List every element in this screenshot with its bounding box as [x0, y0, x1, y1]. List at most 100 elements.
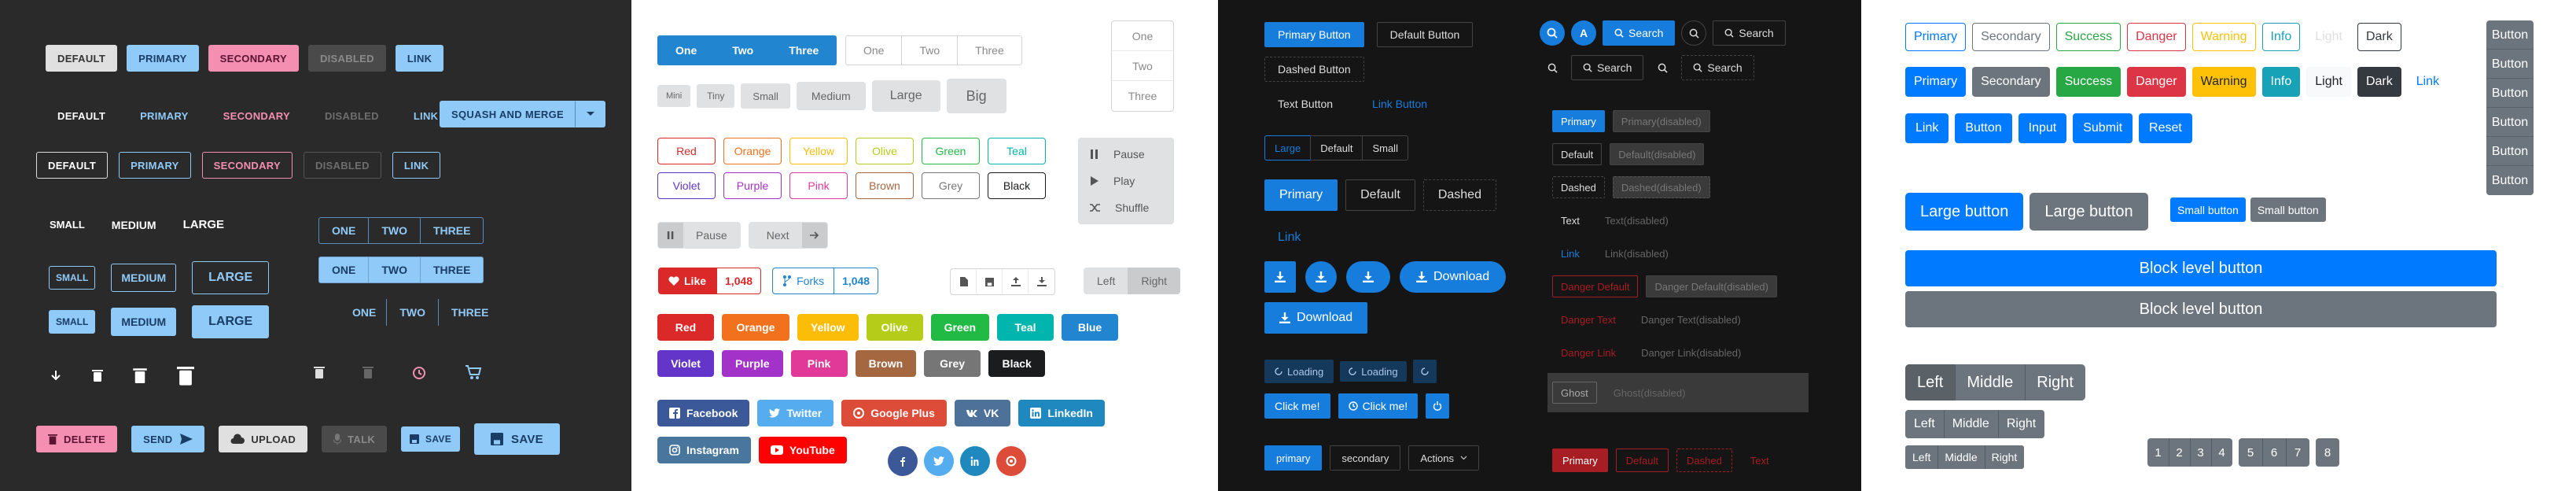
filled-secondary-button[interactable]: Secondary	[1972, 67, 2050, 97]
secondary-button[interactable]: secondary	[1330, 445, 1401, 471]
medium-outlined-button[interactable]: MEDIUM	[111, 264, 177, 292]
download-button[interactable]: Download	[1264, 302, 1368, 334]
avatar-letter-button[interactable]: A	[1571, 20, 1596, 46]
left-button[interactable]: Left	[1905, 410, 1944, 438]
download-icon[interactable]	[1029, 269, 1054, 294]
block-secondary-button[interactable]: Block level button	[1905, 291, 2497, 327]
violet-filled-button[interactable]: Violet	[657, 350, 714, 377]
right-button[interactable]: Right	[1128, 268, 1181, 294]
primary-button[interactable]: PRIMARY	[127, 45, 199, 72]
search-dashed-button[interactable]: Search	[1681, 55, 1754, 80]
search-icon[interactable]	[1540, 55, 1565, 80]
segment-two[interactable]: Two	[714, 35, 772, 65]
youtube-button[interactable]: YouTube	[758, 437, 847, 463]
page-button[interactable]: 5	[2239, 438, 2262, 467]
state-button[interactable]: Danger Link	[1552, 341, 1625, 364]
save-large-button[interactable]: SAVE	[474, 423, 560, 455]
size-default-option[interactable]: Default	[1310, 135, 1363, 161]
small-filled-button[interactable]: SMALL	[49, 310, 96, 334]
state-button[interactable]: Danger Default	[1552, 275, 1639, 297]
large-default-button[interactable]: Default	[1345, 179, 1415, 211]
facebook-icon[interactable]	[888, 446, 918, 476]
like-button[interactable]: Like 1,048	[657, 268, 762, 294]
grey-outline-button[interactable]: Grey	[922, 172, 980, 199]
big-button[interactable]: Big	[946, 79, 1006, 113]
alarm-icon[interactable]	[410, 364, 428, 381]
small-outlined-button[interactable]: SMALL	[49, 266, 96, 290]
segment-three[interactable]: Three	[771, 35, 837, 65]
orange-outline-button[interactable]: Orange	[723, 138, 782, 164]
vertical-button[interactable]: Button	[2486, 79, 2534, 108]
middle-button[interactable]: Middle	[1943, 410, 1998, 438]
state-button[interactable]: Primary	[1552, 110, 1605, 132]
download-icon[interactable]	[1264, 261, 1296, 293]
outline-warning-button[interactable]: Warning	[2191, 23, 2256, 51]
danger-text-button[interactable]: Text	[1740, 449, 1779, 472]
black-outline-button[interactable]: Black	[988, 172, 1046, 199]
outlined-link-button[interactable]: LINK	[392, 152, 441, 179]
size-small-option[interactable]: Small	[1362, 135, 1408, 161]
middle-button[interactable]: Middle	[1938, 445, 1984, 469]
submit-type-button[interactable]: Submit	[2073, 113, 2133, 143]
button-type-button[interactable]: Button	[1955, 113, 2012, 143]
pink-outline-button[interactable]: Pink	[789, 172, 848, 199]
trash-icon[interactable]	[176, 364, 195, 387]
google-plus-button[interactable]: Google Plus	[841, 400, 947, 426]
send-button[interactable]: SEND	[131, 426, 205, 452]
group-one-button[interactable]: ONE	[318, 257, 370, 283]
right-button[interactable]: Right	[1984, 445, 2025, 469]
state-button[interactable]: Ghost	[1552, 382, 1597, 404]
instagram-button[interactable]: Instagram	[657, 437, 751, 463]
segment-two[interactable]: Two	[901, 35, 959, 65]
right-button[interactable]: Right	[1997, 410, 2044, 438]
vertical-one[interactable]: One	[1112, 21, 1173, 51]
page-button[interactable]: 1	[2147, 438, 2169, 467]
facebook-button[interactable]: Facebook	[657, 400, 750, 426]
segment-three[interactable]: Three	[957, 35, 1022, 65]
block-primary-button[interactable]: Block level button	[1905, 250, 2497, 286]
danger-dashed-button[interactable]: Dashed	[1676, 449, 1732, 472]
dashed-button[interactable]: Dashed Button	[1264, 57, 1364, 82]
outline-danger-button[interactable]: Danger	[2127, 23, 2186, 51]
twitter-button[interactable]: Twitter	[757, 400, 834, 426]
page-button[interactable]: 2	[2169, 438, 2190, 467]
small-text-button[interactable]: SMALL	[49, 218, 86, 231]
shuffle-item[interactable]: Shuffle	[1078, 194, 1174, 221]
power-icon[interactable]	[1426, 393, 1450, 419]
primary-button[interactable]: primary	[1264, 445, 1323, 471]
link-button[interactable]: Link Button	[1359, 91, 1441, 116]
text-secondary-button[interactable]: SECONDARY	[212, 102, 302, 129]
arrow-down-icon[interactable]	[49, 368, 63, 382]
search-default-button[interactable]: Search	[1713, 20, 1786, 46]
group-three-button[interactable]: THREE	[438, 299, 501, 326]
outline-info-button[interactable]: Info	[2261, 23, 2301, 51]
state-button[interactable]: Link	[1552, 242, 1588, 264]
danger-primary-button[interactable]: Primary	[1552, 449, 1608, 472]
chevron-down-icon[interactable]	[576, 101, 605, 127]
upload-icon[interactable]	[1003, 269, 1029, 294]
teal-outline-button[interactable]: Teal	[988, 138, 1046, 164]
play-item[interactable]: Play	[1078, 168, 1174, 194]
page-button[interactable]: 4	[2211, 438, 2232, 467]
red-filled-button[interactable]: Red	[657, 314, 714, 341]
medium-filled-button[interactable]: MEDIUM	[111, 308, 177, 336]
download-round-button[interactable]: Download	[1400, 261, 1507, 293]
page-button[interactable]: 6	[2262, 438, 2286, 467]
trash-icon[interactable]	[91, 368, 104, 382]
download-icon[interactable]	[1305, 261, 1337, 293]
segment-one[interactable]: One	[845, 35, 903, 65]
next-button[interactable]: Next	[748, 222, 828, 249]
vertical-button[interactable]: Button	[2486, 20, 2534, 50]
forks-button[interactable]: Forks 1,048	[771, 268, 879, 294]
page-button[interactable]: 7	[2286, 438, 2309, 467]
olive-outline-button[interactable]: Olive	[856, 138, 914, 164]
vertical-three[interactable]: Three	[1112, 81, 1173, 111]
pink-filled-button[interactable]: Pink	[790, 350, 848, 377]
search-icon[interactable]	[1650, 55, 1675, 80]
search-icon[interactable]	[1681, 20, 1707, 46]
trash-icon[interactable]	[313, 365, 326, 379]
actions-dropdown[interactable]: Actions	[1408, 445, 1479, 471]
outline-success-button[interactable]: Success	[2055, 23, 2122, 51]
size-large-option[interactable]: Large	[1264, 135, 1312, 161]
reset-type-button[interactable]: Reset	[2139, 113, 2192, 143]
